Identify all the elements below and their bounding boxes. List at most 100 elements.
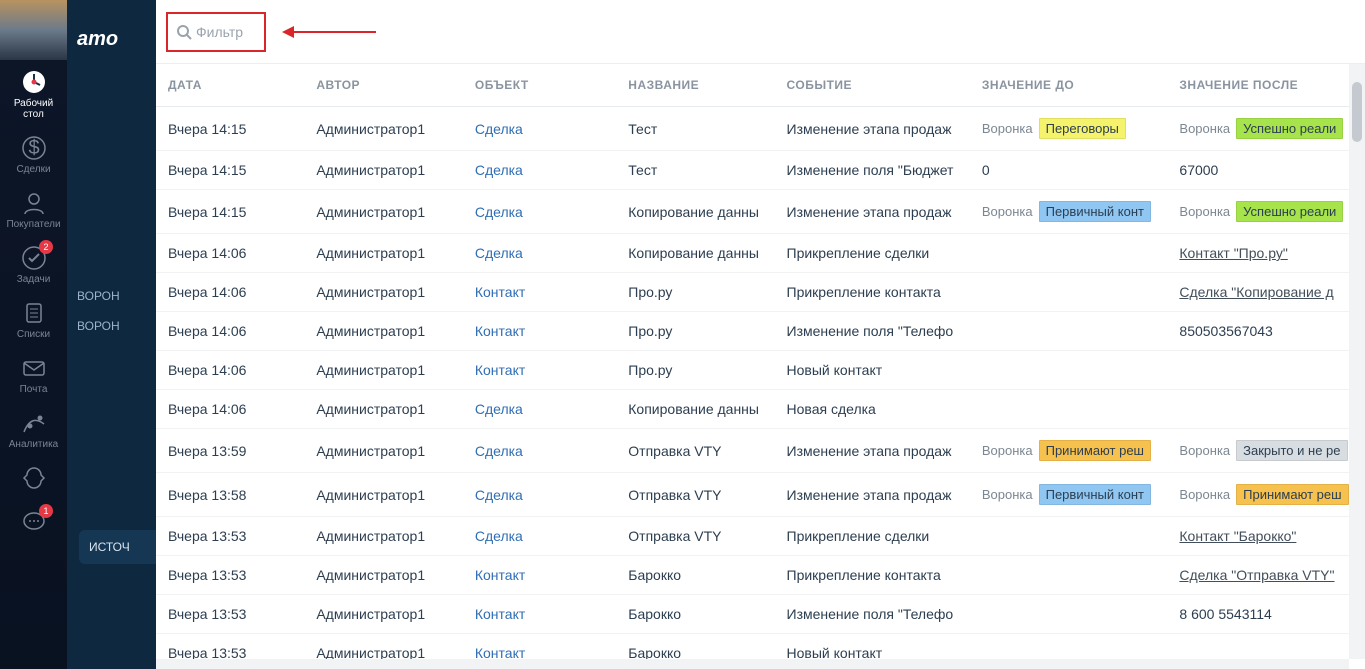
analytics-icon bbox=[20, 409, 48, 437]
table-row[interactable]: Вчера 14:06Администратор1КонтактПро.руПр… bbox=[156, 273, 1365, 312]
badge: 2 bbox=[39, 240, 53, 254]
cell-event: Изменение этапа продаж bbox=[775, 190, 970, 234]
cell-object[interactable]: Сделка bbox=[463, 151, 616, 190]
cell-after: Воронка Успешно реали bbox=[1167, 107, 1365, 151]
table-row[interactable]: Вчера 13:59Администратор1СделкаОтправка … bbox=[156, 429, 1365, 473]
sidebar-label: Покупатели bbox=[6, 219, 60, 230]
cell-event: Изменение поля "Телефо bbox=[775, 595, 970, 634]
table-row[interactable]: Вчера 14:06Администратор1СделкаКопирован… bbox=[156, 390, 1365, 429]
col-event[interactable]: СОБЫТИЕ bbox=[775, 64, 970, 107]
cell-object[interactable]: Контакт bbox=[463, 351, 616, 390]
pipeline-value: Воронка Успешно реали bbox=[1179, 118, 1343, 139]
pipeline-label: Воронка bbox=[1179, 121, 1230, 136]
sidebar-item-mail[interactable]: Почта bbox=[0, 346, 67, 401]
pipeline-value: ВоронкаЗакрыто и не ре bbox=[1179, 440, 1347, 461]
col-date[interactable]: ДАТА bbox=[156, 64, 304, 107]
filter-input[interactable]: Фильтр bbox=[166, 12, 266, 52]
sidebar-item-desktop[interactable]: Рабочийстол bbox=[0, 60, 67, 126]
mid-link-0[interactable]: ВОРОН bbox=[67, 281, 156, 311]
cell-object[interactable]: Сделка bbox=[463, 190, 616, 234]
events-table-wrap[interactable]: ДАТА АВТОР ОБЪЕКТ НАЗВАНИЕ СОБЫТИЕ ЗНАЧЕ… bbox=[156, 64, 1365, 669]
vertical-scrollbar[interactable] bbox=[1349, 64, 1365, 659]
sidebar-item-buyers[interactable]: Покупатели bbox=[0, 181, 67, 236]
cell-event: Прикрепление сделки bbox=[775, 234, 970, 273]
cell-link[interactable]: Контакт "Про.ру" bbox=[1179, 245, 1287, 261]
cell-object[interactable]: Контакт bbox=[463, 273, 616, 312]
cell-link[interactable]: Сделка "Отправка VTY" bbox=[1179, 567, 1334, 583]
cell-object[interactable]: Сделка bbox=[463, 390, 616, 429]
cell-event: Изменение этапа продаж bbox=[775, 473, 970, 517]
cell-event: Изменение поля "Бюджет bbox=[775, 151, 970, 190]
cell-object[interactable]: Контакт bbox=[463, 556, 616, 595]
cell-author: Администратор1 bbox=[304, 190, 463, 234]
cell-object[interactable]: Сделка bbox=[463, 107, 616, 151]
sidebar-item-tasks[interactable]: Задачи2 bbox=[0, 236, 67, 291]
cell-text: 850503567043 bbox=[1179, 323, 1272, 339]
col-object[interactable]: ОБЪЕКТ bbox=[463, 64, 616, 107]
filter-placeholder: Фильтр bbox=[196, 24, 243, 40]
cell-object[interactable]: Сделка bbox=[463, 473, 616, 517]
events-table: ДАТА АВТОР ОБЪЕКТ НАЗВАНИЕ СОБЫТИЕ ЗНАЧЕ… bbox=[156, 64, 1365, 669]
cell-object[interactable]: Контакт bbox=[463, 595, 616, 634]
cell-object[interactable]: Сделка bbox=[463, 429, 616, 473]
table-row[interactable]: Вчера 14:15Администратор1СделкаТестИзмен… bbox=[156, 151, 1365, 190]
sidebar-label: Рабочийстол bbox=[14, 98, 53, 120]
sidebar-item-settings[interactable] bbox=[0, 456, 67, 500]
cell-author: Администратор1 bbox=[304, 234, 463, 273]
col-name[interactable]: НАЗВАНИЕ bbox=[616, 64, 774, 107]
table-row[interactable]: Вчера 14:15Администратор1СделкаКопирован… bbox=[156, 190, 1365, 234]
table-row[interactable]: Вчера 14:06Администратор1КонтактПро.руНо… bbox=[156, 351, 1365, 390]
cell-date: Вчера 13:53 bbox=[156, 517, 304, 556]
desktop-icon bbox=[20, 68, 48, 96]
cell-date: Вчера 13:58 bbox=[156, 473, 304, 517]
cell-object[interactable]: Контакт bbox=[463, 312, 616, 351]
cell-author: Администратор1 bbox=[304, 151, 463, 190]
mid-link-1[interactable]: ВОРОН bbox=[67, 311, 156, 341]
stage-pill: Принимают реш bbox=[1236, 484, 1348, 505]
stage-pill: Успешно реали bbox=[1236, 118, 1343, 139]
pipeline-label: Воронка bbox=[1179, 487, 1230, 502]
table-row[interactable]: Вчера 13:53Администратор1КонтактБароккоП… bbox=[156, 556, 1365, 595]
table-row[interactable]: Вчера 13:53Администратор1СделкаОтправка … bbox=[156, 517, 1365, 556]
cell-author: Администратор1 bbox=[304, 351, 463, 390]
sidebar-hero-image bbox=[0, 0, 67, 60]
cell-object[interactable]: Сделка bbox=[463, 517, 616, 556]
cell-before: 0 bbox=[970, 151, 1168, 190]
sidebar-item-chat[interactable]: 1 bbox=[0, 500, 67, 544]
sidebar-item-analytics[interactable]: Аналитика bbox=[0, 401, 67, 456]
pipeline-value: ВоронкаПервичный конт bbox=[982, 484, 1151, 505]
cell-date: Вчера 13:59 bbox=[156, 429, 304, 473]
cell-object[interactable]: Сделка bbox=[463, 234, 616, 273]
cell-link[interactable]: Сделка "Копирование д bbox=[1179, 284, 1333, 300]
table-row[interactable]: Вчера 13:53Администратор1КонтактБароккоИ… bbox=[156, 595, 1365, 634]
col-before[interactable]: ЗНАЧЕНИЕ ДО bbox=[970, 64, 1168, 107]
stage-pill: Первичный конт bbox=[1039, 484, 1151, 505]
cell-name: Копирование данны bbox=[616, 190, 774, 234]
table-row[interactable]: Вчера 14:06Администратор1СделкаКопирован… bbox=[156, 234, 1365, 273]
cell-after bbox=[1167, 390, 1365, 429]
sidebar-item-lists[interactable]: Списки bbox=[0, 291, 67, 346]
cell-date: Вчера 13:53 bbox=[156, 556, 304, 595]
stage-pill: Принимают реш bbox=[1039, 440, 1151, 461]
cell-date: Вчера 14:06 bbox=[156, 312, 304, 351]
sidebar-item-deals[interactable]: $Сделки bbox=[0, 126, 67, 181]
cell-author: Администратор1 bbox=[304, 107, 463, 151]
cell-name: Про.ру bbox=[616, 351, 774, 390]
stage-pill: Первичный конт bbox=[1039, 201, 1151, 222]
cell-author: Администратор1 bbox=[304, 273, 463, 312]
col-after[interactable]: ЗНАЧЕНИЕ ПОСЛЕ bbox=[1167, 64, 1365, 107]
cell-link[interactable]: Контакт "Барокко" bbox=[1179, 528, 1296, 544]
table-row[interactable]: Вчера 14:06Администратор1КонтактПро.руИз… bbox=[156, 312, 1365, 351]
table-row[interactable]: Вчера 14:15Администратор1СделкаТестИзмен… bbox=[156, 107, 1365, 151]
cell-event: Изменение этапа продаж bbox=[775, 107, 970, 151]
sidebar-label: Почта bbox=[20, 384, 48, 395]
cell-before bbox=[970, 517, 1168, 556]
cell-event: Прикрепление контакта bbox=[775, 273, 970, 312]
cell-event: Новый контакт bbox=[775, 351, 970, 390]
cell-text: 8 600 5543114 bbox=[1179, 606, 1271, 622]
col-author[interactable]: АВТОР bbox=[304, 64, 463, 107]
table-row[interactable]: Вчера 13:58Администратор1СделкаОтправка … bbox=[156, 473, 1365, 517]
horizontal-scrollbar[interactable] bbox=[156, 659, 1349, 669]
mid-active-tab[interactable]: ИСТОЧ bbox=[79, 530, 156, 564]
cell-event: Прикрепление контакта bbox=[775, 556, 970, 595]
